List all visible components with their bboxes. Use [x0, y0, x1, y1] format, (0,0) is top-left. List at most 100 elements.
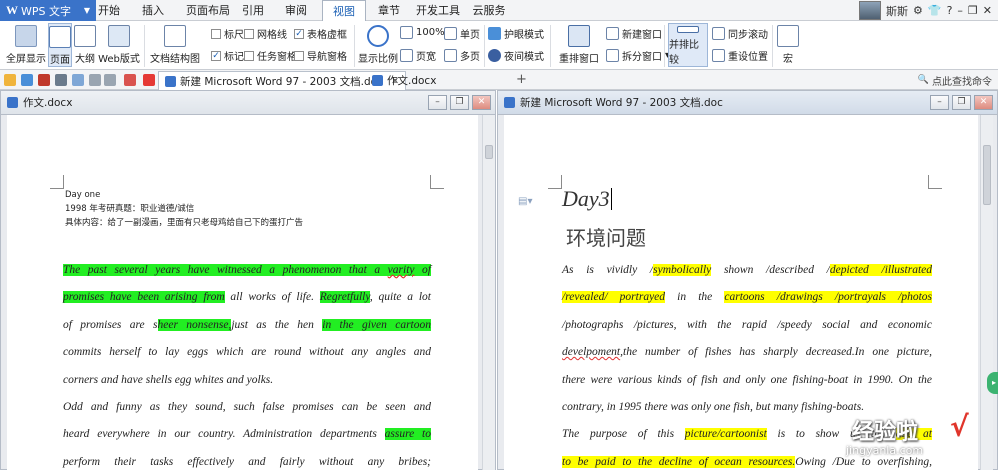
- tab-view[interactable]: 视图: [322, 0, 366, 21]
- restore-icon[interactable]: ❐: [952, 95, 971, 110]
- preview-icon[interactable]: [72, 74, 84, 86]
- tab-insert[interactable]: 插入: [140, 0, 166, 21]
- right-heading: Day3: [562, 186, 612, 211]
- macro-icon: [777, 25, 799, 47]
- left-header-line: Day one: [65, 190, 101, 200]
- highlighted-text: depicted /illustrated: [829, 264, 932, 276]
- doc-tab-essay[interactable]: 作文.docx: [366, 71, 442, 90]
- document-map-icon: [164, 25, 186, 47]
- text-line: As is vividly /symbolically shown /descr…: [562, 257, 932, 284]
- highlighted-text: The past several years have witnessed a …: [63, 264, 388, 276]
- marks-checkbox[interactable]: ✓ 标记: [211, 48, 244, 63]
- web-view-button[interactable]: Web版式: [98, 25, 140, 65]
- tab-developer[interactable]: 开发工具: [416, 0, 460, 21]
- text-run: contrary, in 1995 there was only one fis…: [562, 401, 865, 413]
- ruler-checkbox[interactable]: 标尺: [211, 26, 244, 41]
- sync-scroll-button[interactable]: 同步滚动: [712, 26, 768, 41]
- multi-page-button[interactable]: 多页: [444, 48, 480, 63]
- rearrange-window-button[interactable]: 重排窗口: [554, 25, 604, 65]
- watermark-logo: 经验啦: [852, 420, 919, 445]
- paragraph-handle-icon[interactable]: ▤▾: [518, 196, 532, 207]
- highlighted-text: in the given cartoon: [322, 318, 431, 331]
- macro-button[interactable]: 宏: [776, 25, 800, 65]
- floating-assistant-button[interactable]: ▸: [987, 372, 998, 394]
- text-line: develpoment,the number of fishes has sha…: [562, 339, 932, 366]
- avatar[interactable]: [858, 1, 881, 20]
- undo-icon[interactable]: [89, 74, 101, 86]
- new-window-button[interactable]: 新建窗口: [606, 26, 662, 41]
- shirt-skin-icon[interactable]: 👕: [928, 4, 942, 17]
- page-width-icon: [400, 49, 413, 62]
- minimize-icon[interactable]: –: [957, 4, 963, 17]
- ribbon-view: 全屏显示 页面 大纲 Web版式 文档结构图 标尺 网格线 ✓ 表格虚框 ✓ 标记 …: [0, 21, 998, 70]
- left-window-titlebar: 作文.docx – ❐ ✕: [1, 91, 495, 115]
- tab-references[interactable]: 引用: [240, 0, 266, 21]
- restore-icon[interactable]: ❐: [968, 4, 978, 17]
- wps-doc-icon[interactable]: [143, 74, 155, 86]
- text-line: heard everywhere in our country. Adminis…: [63, 421, 431, 448]
- tab-sections[interactable]: 章节: [376, 0, 402, 21]
- print-icon[interactable]: [55, 74, 67, 86]
- help-icon[interactable]: ?: [947, 4, 953, 17]
- side-by-side-button[interactable]: 并排比较: [668, 23, 708, 67]
- close-icon[interactable]: ✕: [983, 4, 992, 17]
- user-name[interactable]: 斯斯: [886, 3, 908, 19]
- tab-page-layout[interactable]: 页面布局: [182, 0, 234, 21]
- open-folder-icon[interactable]: [4, 74, 16, 86]
- split-window-button[interactable]: 拆分窗口▾: [606, 48, 670, 63]
- close-icon[interactable]: ✕: [472, 95, 491, 110]
- customize-icon[interactable]: [124, 74, 136, 86]
- pdf-export-icon[interactable]: [38, 74, 50, 86]
- page-view-button[interactable]: 页面: [48, 23, 72, 67]
- single-page-icon: [444, 27, 457, 40]
- outline-view-button[interactable]: 大纲: [74, 25, 96, 65]
- watermark-check-mark: √: [950, 410, 969, 443]
- right-scrollbar[interactable]: [980, 115, 993, 470]
- word-doc-icon: [165, 75, 176, 87]
- highlighted-text: Regretfully: [319, 291, 370, 304]
- search-icon: 🔍: [917, 75, 929, 85]
- restore-icon[interactable]: ❐: [450, 95, 469, 110]
- tab-start[interactable]: 开始: [96, 0, 122, 21]
- highlighted-text: assure to: [384, 428, 431, 441]
- minimize-icon[interactable]: –: [428, 95, 447, 110]
- text-run: of promises are s: [63, 318, 158, 331]
- close-icon[interactable]: ✕: [974, 95, 993, 110]
- text-run: just as the hen: [231, 318, 323, 331]
- text-run: Owing /Due t: [795, 455, 865, 468]
- left-scrollbar[interactable]: [482, 115, 495, 470]
- text-line: of promises are sheer nonsense,just as t…: [63, 312, 431, 339]
- night-mode-button[interactable]: 夜间模式: [488, 48, 544, 63]
- zoom-button[interactable]: 显示比例: [358, 25, 398, 65]
- settings-gear-icon[interactable]: ⚙: [913, 4, 923, 17]
- save-icon[interactable]: [21, 74, 33, 86]
- text-run: As is vividly /: [562, 264, 654, 276]
- full-display-button[interactable]: 全屏显示: [6, 25, 46, 65]
- gridlines-checkbox[interactable]: 网格线: [244, 26, 287, 41]
- highlighted-text: cartoons /drawings /portrayals /photos: [724, 291, 932, 304]
- page-width-button[interactable]: 页宽: [400, 48, 436, 63]
- watermark-url: jingyanla.com: [846, 444, 924, 457]
- nav-pane-checkbox[interactable]: 导航窗格: [294, 48, 347, 63]
- text-run: commits herself to lay eggs which are ro…: [63, 346, 431, 359]
- text-line: /photographs /pictures, with the rapid /…: [562, 312, 932, 339]
- minimize-icon[interactable]: –: [930, 95, 949, 110]
- quick-access-bar: 新建 Microsoft Word 97 - 2003 文档.doc ✕ 作文.…: [0, 70, 998, 90]
- tab-review[interactable]: 审阅: [283, 0, 309, 21]
- task-pane-checkbox[interactable]: 任务窗格: [244, 48, 297, 63]
- single-page-button[interactable]: 单页: [444, 26, 480, 41]
- highlighted-text: /revealed/ portrayed: [562, 291, 666, 304]
- right-window-title: 新建 Microsoft Word 97 - 2003 文档.doc: [520, 97, 723, 109]
- new-tab-plus-icon[interactable]: +: [516, 72, 527, 87]
- redo-icon[interactable]: [104, 74, 116, 86]
- wps-logo-icon: W: [6, 3, 18, 17]
- tab-cloud[interactable]: 云服务: [470, 0, 508, 21]
- reset-position-button[interactable]: 重设位置: [712, 48, 768, 63]
- table-frame-checkbox[interactable]: ✓ 表格虚框: [294, 26, 347, 41]
- wps-app-menu-button[interactable]: W WPS 文字 ▼: [0, 0, 96, 21]
- zoom-100-button[interactable]: 100%: [400, 26, 445, 39]
- command-search[interactable]: 🔍 点此查找命令: [918, 72, 992, 88]
- eye-mode-button[interactable]: 护眼模式: [488, 26, 544, 41]
- doc-structure-button[interactable]: 文档结构图: [150, 25, 200, 65]
- night-moon-icon: [488, 49, 501, 62]
